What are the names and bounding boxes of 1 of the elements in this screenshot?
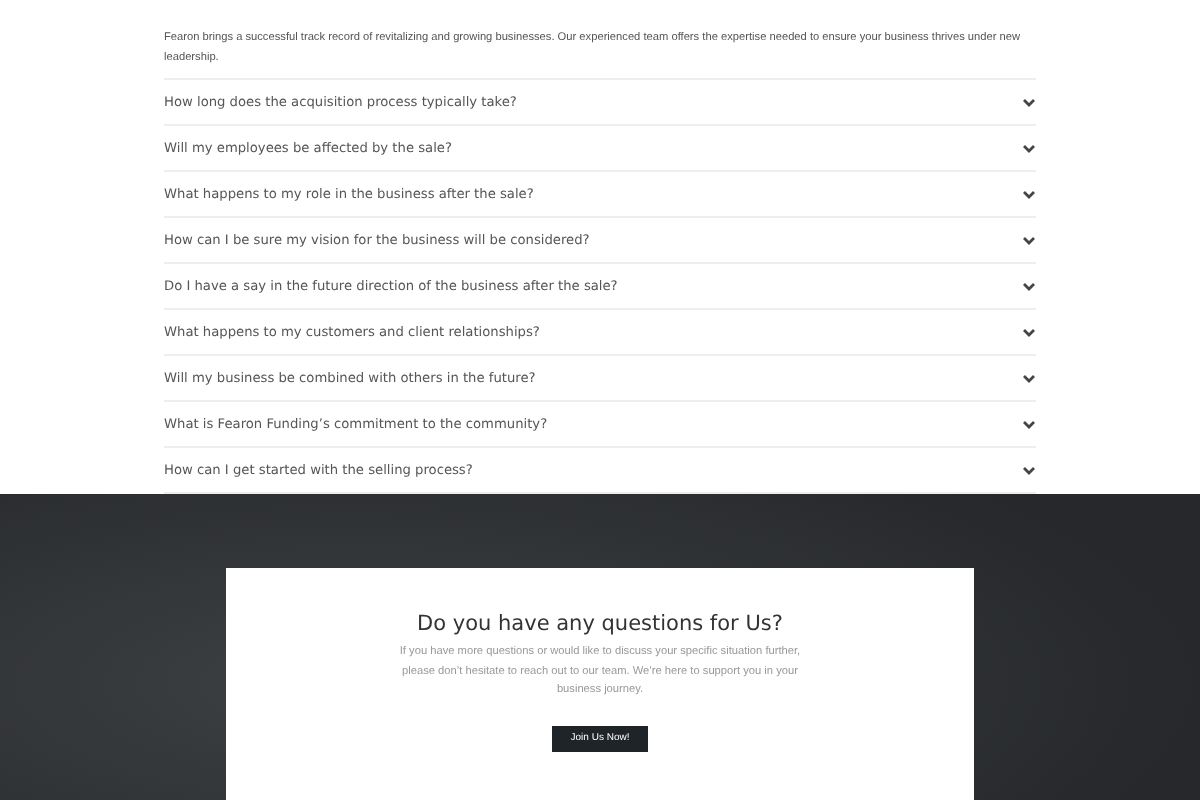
contact-title: Do you have any questions for Us?: [417, 612, 783, 636]
